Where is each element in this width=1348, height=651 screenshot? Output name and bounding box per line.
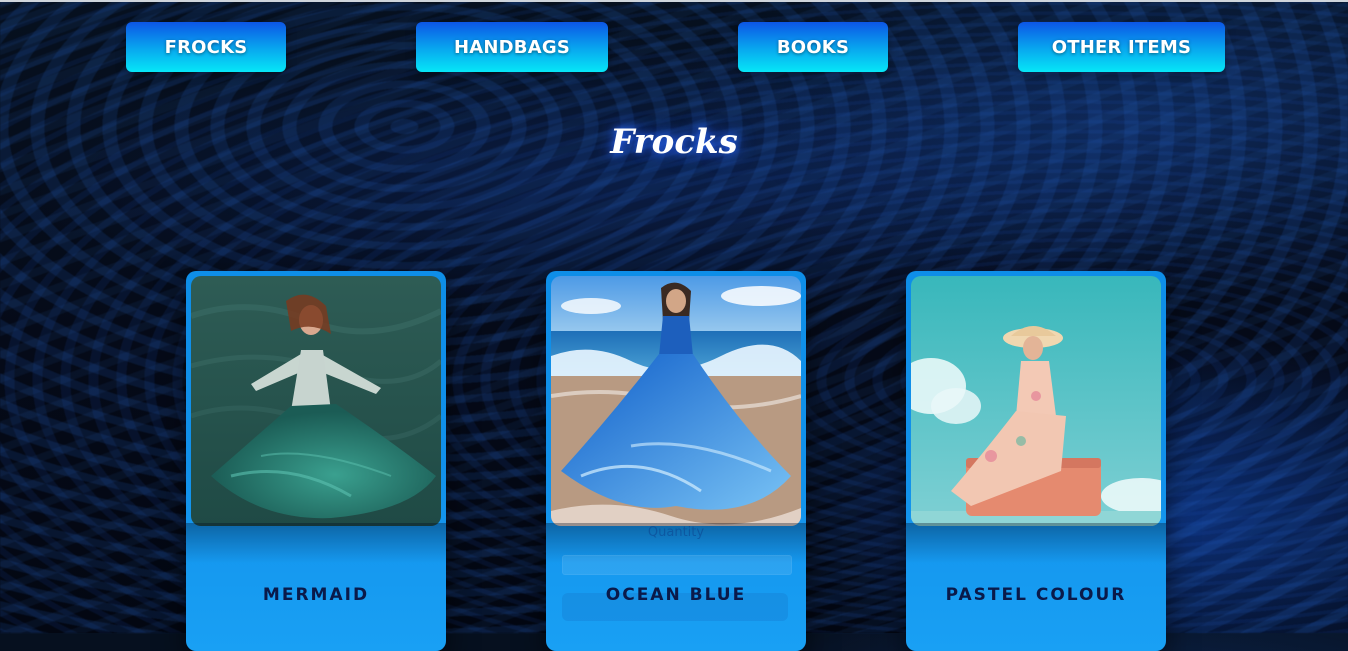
ocean-blue-dress-image <box>551 276 801 526</box>
product-image-ocean-blue[interactable] <box>551 276 801 526</box>
product-name: MERMAID <box>262 585 370 605</box>
mermaid-dress-image <box>191 276 441 526</box>
quantity-label: Quantity <box>647 525 705 540</box>
nav-frocks-button[interactable]: FROCKS <box>126 22 286 72</box>
pastel-colour-dress-image <box>911 276 1161 526</box>
card-shadow <box>186 523 446 563</box>
product-card-mermaid[interactable]: MERMAID <box>186 271 446 651</box>
quantity-input[interactable] <box>562 555 792 575</box>
product-image-mermaid[interactable] <box>191 276 441 526</box>
product-card-pastel-colour[interactable]: PASTEL COLOUR <box>906 271 1166 651</box>
page-title: Frocks <box>610 122 738 162</box>
nav-books-button[interactable]: BOOKS <box>738 22 888 72</box>
product-image-pastel-colour[interactable] <box>911 276 1161 526</box>
nav-other-items-button[interactable]: OTHER ITEMS <box>1018 22 1225 72</box>
product-name: PASTEL COLOUR <box>945 585 1127 605</box>
card-shadow <box>906 523 1166 563</box>
window-top-border <box>0 0 1348 2</box>
nav-handbags-button[interactable]: HANDBAGS <box>416 22 608 72</box>
product-name: OCEAN BLUE <box>605 585 747 605</box>
product-card-ocean-blue[interactable]: Quantity OCEAN BLUE <box>546 271 806 651</box>
